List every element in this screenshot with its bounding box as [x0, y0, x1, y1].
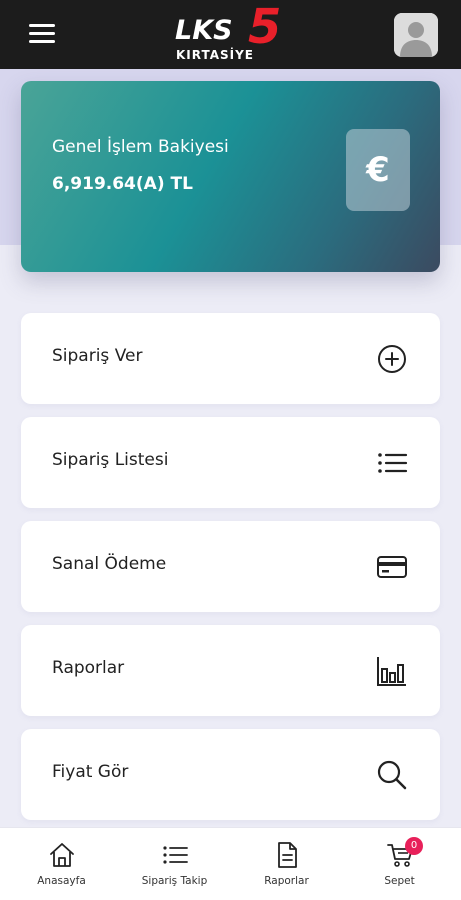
logo-text: LKS [175, 15, 233, 46]
nav-label: Sepet [384, 875, 415, 887]
user-icon [394, 13, 438, 57]
nav-label: Raporlar [264, 875, 309, 887]
nav-item-siparis-takip[interactable]: Sipariş Takip [117, 828, 232, 900]
list-icon [378, 453, 408, 473]
menu-item-label: Sipariş Listesi [52, 450, 169, 470]
menu-item-label: Fiyat Gör [52, 762, 129, 782]
home-icon [50, 843, 74, 867]
logo-subtitle: KIRTASİYE [176, 48, 254, 62]
list-icon [163, 846, 188, 864]
euro-icon: € [366, 150, 390, 190]
credit-card-icon [377, 556, 407, 578]
balance-card: Genel İşlem Bakiyesi 6,919.64(A) TL € [21, 81, 440, 272]
menu-item-fiyat-gor[interactable]: Fiyat Gör [21, 729, 440, 820]
brand-logo: LKS 5 KIRTASİYE [170, 0, 295, 65]
balance-value: 6,919.64(A) TL [52, 174, 193, 194]
nav-label: Sipariş Takip [141, 875, 208, 887]
logo-number: 5 [248, 0, 282, 55]
menu-item-label: Raporlar [52, 658, 125, 678]
cart-count-badge: 0 [405, 837, 423, 855]
menu-item-raporlar[interactable]: Raporlar [21, 625, 440, 716]
menu-item-sanal-odeme[interactable]: Sanal Ödeme [21, 521, 440, 612]
bar-chart-icon [377, 657, 406, 686]
plus-circle-icon [378, 345, 406, 373]
nav-item-sepet[interactable]: Sepet [342, 828, 457, 900]
menu-item-label: Sanal Ödeme [52, 554, 167, 574]
menu-item-siparis-ver[interactable]: Sipariş Ver [21, 313, 440, 404]
menu-item-label: Sipariş Ver [52, 346, 143, 366]
app-header: LKS 5 KIRTASİYE [0, 0, 461, 69]
document-icon [278, 842, 297, 868]
bottom-navigation: Anasayfa Sipariş Takip Raporlar Sepet [0, 827, 461, 900]
nav-item-anasayfa[interactable]: Anasayfa [4, 828, 119, 900]
currency-badge: € [346, 129, 410, 211]
nav-label: Anasayfa [37, 875, 86, 887]
user-avatar[interactable] [394, 13, 438, 57]
balance-title: Genel İşlem Bakiyesi [52, 137, 229, 157]
nav-item-raporlar[interactable]: Raporlar [229, 828, 344, 900]
menu-item-siparis-listesi[interactable]: Sipariş Listesi [21, 417, 440, 508]
search-icon [377, 760, 407, 790]
hamburger-menu-icon[interactable] [29, 24, 57, 46]
